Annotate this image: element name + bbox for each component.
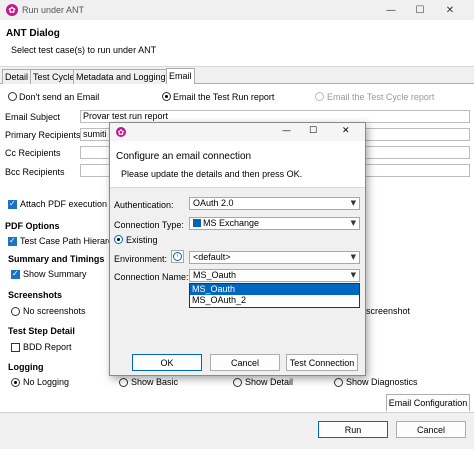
show-summary-label: Show Summary: [23, 269, 87, 279]
bcc-recipients-label: Bcc Recipients: [5, 167, 65, 177]
modal-header: [110, 141, 365, 188]
screenshots-title: Screenshots: [8, 290, 63, 300]
minimize-button[interactable]: —: [378, 0, 404, 20]
tab-test-cycle[interactable]: Test Cycle: [30, 69, 78, 84]
tab-email[interactable]: Email: [166, 68, 195, 84]
dialog-subtitle: Select test case(s) to run under ANT: [11, 45, 157, 55]
auth-label: Authentication:: [114, 200, 174, 210]
header-panel: [0, 20, 474, 67]
radio-test-cycle-report[interactable]: [315, 92, 324, 101]
dropdown-option-ms-oauth[interactable]: MS_Oauth: [190, 284, 359, 295]
modal-subtitle: Please update the details and then press…: [121, 169, 303, 179]
test-step-detail-title: Test Step Detail: [8, 326, 75, 336]
show-diagnostics-label: Show Diagnostics: [346, 377, 418, 387]
show-detail-label: Show Detail: [245, 377, 294, 387]
modal-ok-button[interactable]: OK: [132, 354, 202, 371]
show-basic-label: Show Basic: [131, 377, 179, 387]
chevron-down-icon: ▼: [350, 271, 356, 279]
screenshot-option-label: screenshot: [366, 306, 411, 316]
auth-value: OAuth 2.0: [193, 198, 234, 208]
existing-label: Existing: [126, 235, 158, 245]
radio-no-logging[interactable]: [11, 378, 20, 387]
primary-recipients-label: Primary Recipients: [5, 130, 81, 140]
radio-show-basic[interactable]: [119, 378, 128, 387]
logging-title: Logging: [8, 362, 44, 372]
connection-name-label: Connection Name:: [114, 272, 189, 282]
chevron-down-icon: ▼: [350, 253, 356, 261]
info-icon[interactable]: i: [171, 250, 184, 263]
radio-show-detail[interactable]: [233, 378, 242, 387]
tab-detail[interactable]: Detail: [2, 69, 32, 84]
email-connection-dialog: ✿ — ☐ ✕ Configure an email connection Pl…: [109, 122, 366, 376]
app-gear-icon: ✿: [6, 4, 18, 16]
environment-value: <default>: [193, 252, 231, 262]
modal-title: Configure an email connection: [116, 151, 252, 162]
hierarchy-label: Test Case Path Hierarch: [20, 236, 118, 246]
environment-select[interactable]: <default> ▼: [189, 251, 360, 264]
summary-timings-title: Summary and Timings: [8, 254, 105, 264]
modal-cancel-button[interactable]: Cancel: [210, 354, 280, 371]
no-screenshots-label: No screenshots: [23, 306, 86, 316]
cancel-button[interactable]: Cancel: [396, 421, 466, 438]
bdd-report-checkbox[interactable]: [11, 343, 20, 352]
modal-close-button[interactable]: ✕: [342, 126, 350, 136]
no-logging-label: No Logging: [23, 377, 70, 387]
dropdown-option-ms-oauth-2[interactable]: MS_OAuth_2: [190, 295, 359, 306]
outlook-icon: [193, 219, 201, 227]
maximize-button[interactable]: ☐: [407, 0, 433, 20]
radio-existing[interactable]: [114, 235, 123, 244]
cc-recipients-label: Cc Recipients: [5, 148, 61, 158]
modal-title-bar: [110, 123, 365, 141]
attach-pdf-checkbox[interactable]: [8, 199, 17, 209]
chevron-down-icon: ▼: [350, 199, 356, 207]
tab-metadata-logging[interactable]: Metadata and Logging: [73, 69, 169, 84]
connection-type-label: Connection Type:: [114, 220, 184, 230]
radio-show-diagnostics[interactable]: [334, 378, 343, 387]
radio-no-screenshots[interactable]: [11, 307, 20, 316]
chevron-down-icon: ▼: [350, 219, 356, 227]
connection-type-value: MS Exchange: [203, 218, 260, 228]
connection-name-select[interactable]: MS_Oauth ▼: [189, 269, 360, 282]
email-configuration-button[interactable]: Email Configuration: [386, 394, 470, 411]
test-connection-button[interactable]: Test Connection: [286, 354, 358, 371]
footer-divider: [0, 412, 474, 413]
email-subject-label: Email Subject: [5, 112, 61, 122]
radio-dont-send-label: Don't send an Email: [19, 92, 100, 102]
hierarchy-checkbox[interactable]: [8, 236, 17, 246]
connection-type-select[interactable]: MS Exchange ▼: [189, 217, 360, 230]
dialog-heading: ANT Dialog: [6, 28, 60, 39]
show-summary-checkbox[interactable]: [11, 269, 20, 279]
window-title: Run under ANT: [22, 5, 85, 15]
radio-test-cycle-label: Email the Test Cycle report: [327, 92, 435, 102]
auth-select[interactable]: OAuth 2.0 ▼: [189, 197, 360, 210]
modal-minimize-button[interactable]: —: [282, 126, 291, 136]
pdf-options-title: PDF Options: [5, 221, 60, 231]
radio-dont-send[interactable]: [8, 92, 17, 101]
connection-name-dropdown: MS_Oauth MS_OAuth_2: [189, 283, 360, 308]
attach-pdf-label: Attach PDF execution re: [20, 199, 118, 209]
close-button[interactable]: ✕: [437, 0, 463, 20]
radio-test-run-label: Email the Test Run report: [173, 92, 275, 102]
bdd-report-label: BDD Report: [23, 342, 72, 352]
radio-test-run-report[interactable]: [162, 92, 171, 101]
run-button[interactable]: Run: [318, 421, 388, 438]
connection-name-value: MS_Oauth: [193, 270, 237, 280]
modal-gear-icon: ✿: [116, 127, 126, 137]
environment-label: Environment:: [114, 254, 168, 264]
modal-maximize-button[interactable]: ☐: [309, 126, 317, 136]
